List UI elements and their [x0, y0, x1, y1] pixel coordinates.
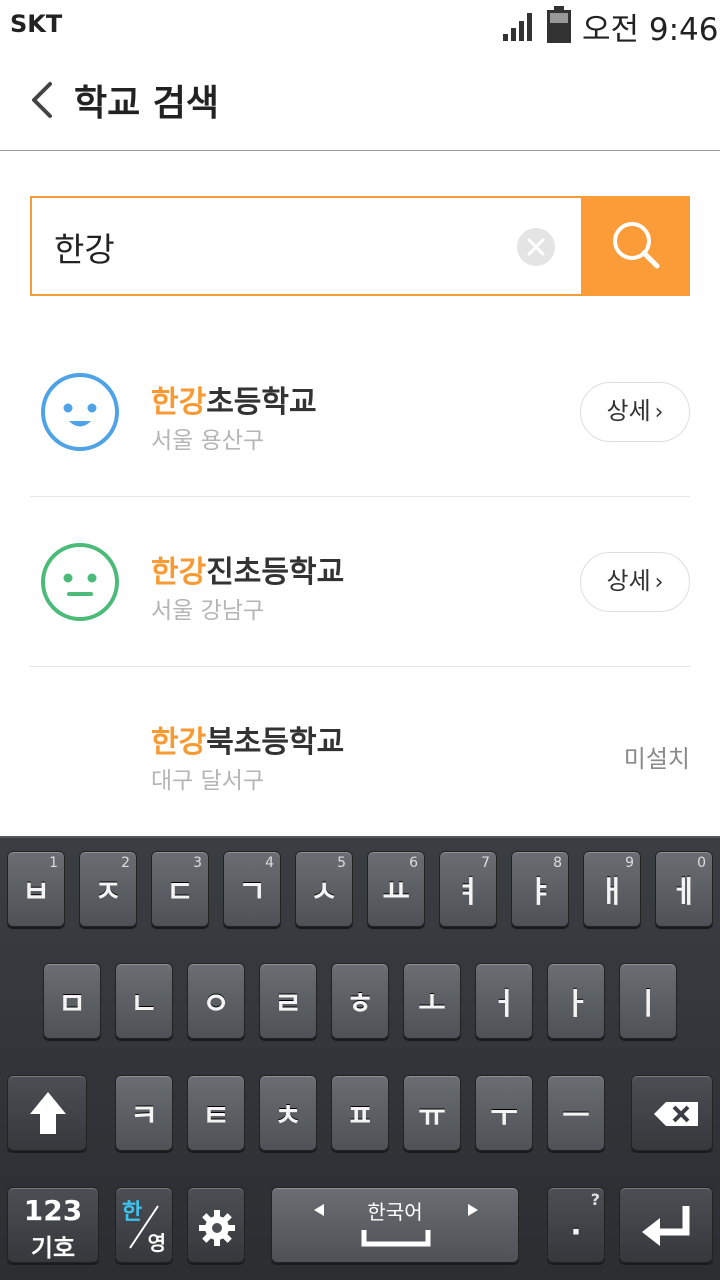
smiley-face-icon: [41, 373, 119, 451]
carrier-label: SKT: [10, 10, 63, 38]
page-title: 학교 검색: [74, 83, 220, 124]
key-ㅎ[interactable]: ㅎ: [331, 963, 389, 1039]
key-ㅌ[interactable]: ㅌ: [187, 1075, 245, 1151]
school-district: 서울 강남구: [151, 598, 265, 624]
clock: 오전 9:46: [582, 12, 719, 48]
key-ㅈ[interactable]: 2ㅈ: [79, 851, 137, 927]
detail-button[interactable]: 상세 ›: [580, 552, 690, 612]
detail-button[interactable]: 상세 ›: [580, 382, 690, 442]
backspace-icon: [654, 1102, 698, 1126]
school-district: 서울 용산구: [151, 428, 265, 454]
school-district: 대구 달서구: [151, 768, 265, 794]
key-ㅁ[interactable]: ㅁ: [43, 963, 101, 1039]
result-item[interactable]: 한강북초등학교 대구 달서구 미설치: [30, 667, 690, 837]
search-button[interactable]: [581, 196, 690, 296]
shift-arrow-icon: [30, 1092, 66, 1134]
app-bar: 학교 검색: [0, 50, 720, 151]
neutral-face-icon: [41, 543, 119, 621]
space-key[interactable]: 한국어: [271, 1187, 519, 1263]
key-ㅋ[interactable]: ㅋ: [115, 1075, 173, 1151]
period-key[interactable]: ? .: [547, 1187, 605, 1263]
gear-icon: [199, 1210, 235, 1246]
shift-key[interactable]: [7, 1075, 87, 1151]
key-ㄷ[interactable]: 3ㄷ: [151, 851, 209, 927]
key-ㅏ[interactable]: ㅏ: [547, 963, 605, 1039]
symbols-key[interactable]: 123 기호: [7, 1187, 99, 1263]
key-ㅜ[interactable]: ㅜ: [475, 1075, 533, 1151]
key-ㅇ[interactable]: ㅇ: [187, 963, 245, 1039]
battery-icon: [547, 6, 571, 43]
not-installed-label: 미설치: [623, 745, 690, 773]
school-name: 한강북초등학교: [151, 725, 345, 760]
key-ㅐ[interactable]: 9ㅐ: [583, 851, 641, 927]
clear-icon[interactable]: [517, 228, 555, 266]
settings-key[interactable]: [187, 1187, 245, 1263]
backspace-key[interactable]: [631, 1075, 713, 1151]
slash-icon: [129, 1205, 159, 1249]
key-ㅓ[interactable]: ㅓ: [475, 963, 533, 1039]
key-ㅣ[interactable]: ㅣ: [619, 963, 677, 1039]
result-item[interactable]: 한강초등학교 서울 용산구 상세 ›: [30, 327, 690, 497]
key-ㅡ[interactable]: ㅡ: [547, 1075, 605, 1151]
key-ㄹ[interactable]: ㄹ: [259, 963, 317, 1039]
enter-icon: [642, 1206, 690, 1246]
language-toggle-key[interactable]: 한 영: [115, 1187, 173, 1263]
search-input[interactable]: [54, 224, 504, 270]
space-icon: [314, 1204, 478, 1247]
key-ㅠ[interactable]: ㅠ: [403, 1075, 461, 1151]
status-bar: SKT 오전 9:46: [0, 0, 720, 50]
keyboard: 1ㅂ 2ㅈ 3ㄷ 4ㄱ 5ㅅ 6ㅛ 7ㅕ 8ㅑ 9ㅐ 0ㅔ ㅁ ㄴ ㅇ ㄹ ㅎ …: [0, 836, 720, 1280]
key-ㅍ[interactable]: ㅍ: [331, 1075, 389, 1151]
key-ㅊ[interactable]: ㅊ: [259, 1075, 317, 1151]
chevron-right-icon: ›: [654, 400, 664, 425]
chevron-right-icon: ›: [654, 570, 664, 595]
enter-key[interactable]: [619, 1187, 713, 1263]
school-name: 한강초등학교: [151, 385, 317, 420]
key-ㅑ[interactable]: 8ㅑ: [511, 851, 569, 927]
key-ㅅ[interactable]: 5ㅅ: [295, 851, 353, 927]
signal-icon: [503, 13, 532, 41]
key-ㅔ[interactable]: 0ㅔ: [655, 851, 713, 927]
search-box: [30, 196, 581, 296]
key-ㅛ[interactable]: 6ㅛ: [367, 851, 425, 927]
key-ㅗ[interactable]: ㅗ: [403, 963, 461, 1039]
back-arrow-icon[interactable]: [22, 78, 62, 122]
key-ㅂ[interactable]: 1ㅂ: [7, 851, 65, 927]
key-ㄴ[interactable]: ㄴ: [115, 963, 173, 1039]
school-name: 한강진초등학교: [151, 555, 345, 590]
result-item[interactable]: 한강진초등학교 서울 강남구 상세 ›: [30, 497, 690, 667]
key-ㄱ[interactable]: 4ㄱ: [223, 851, 281, 927]
key-ㅕ[interactable]: 7ㅕ: [439, 851, 497, 927]
search-icon: [613, 222, 660, 269]
